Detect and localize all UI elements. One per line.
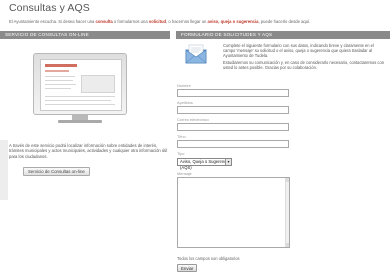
form-description: Complete el siguiente formulario con sus… [223, 43, 385, 70]
consultas-online-button[interactable]: Servicio de Consultas on-line [23, 167, 90, 176]
scroll-down-arrow-icon[interactable] [285, 243, 289, 247]
left-gutter [0, 140, 8, 200]
intro-avisos: aviso, queja o sugerencia [207, 19, 259, 24]
apellidos-field[interactable] [177, 106, 289, 114]
nombre-field[interactable] [177, 89, 289, 97]
intro-solicitud: solicitud [148, 19, 167, 24]
consultas-body: A través de este servicio podrá localiza… [0, 40, 170, 203]
required-note: Todos los campos son obligatorios [177, 256, 240, 261]
intro-text: El Ayuntamiento escucha. Si desea hacer … [9, 19, 311, 24]
envelope-icon [185, 44, 207, 64]
consultas-description: A través de este servicio podrá localiza… [9, 143, 168, 159]
tipo-select[interactable]: Aviso, Queja o Sugerencia (AQS) ▾ [177, 158, 232, 170]
tlfno-label: Tlfno [177, 134, 186, 139]
monitor-screen [40, 59, 122, 111]
solicitudes-form: FORMULARIO DE SOLICITUDES Y AQS Complete… [176, 31, 390, 272]
solicitudes-header: FORMULARIO DE SOLICITUDES Y AQS [176, 31, 390, 39]
tlfno-field[interactable] [177, 140, 289, 148]
chevron-down-icon[interactable]: ▾ [225, 159, 231, 165]
apellidos-label: Apellidos [177, 100, 193, 105]
email-field[interactable] [177, 123, 289, 131]
email-label: Correo electrónico [177, 117, 209, 122]
intro-consulta: consulta [95, 19, 113, 24]
consultas-header: SERVICIO DE CONSULTAS ON-LINE [0, 31, 170, 39]
computer-monitor-icon [33, 53, 127, 123]
textarea-scrollbar[interactable] [285, 178, 289, 247]
consultas-panel: SERVICIO DE CONSULTAS ON-LINE A través d… [0, 31, 170, 271]
nombre-label: Nombre [177, 83, 191, 88]
tipo-select-value: Aviso, Queja o Sugerencia (AQS) [180, 159, 230, 170]
scroll-up-arrow-icon[interactable] [285, 178, 289, 182]
tipo-label: Tipo [177, 151, 185, 156]
mensaje-label: Mensaje [177, 171, 192, 176]
mensaje-textarea[interactable] [177, 177, 290, 248]
page-title: Consultas y AQS [9, 2, 90, 14]
enviar-button[interactable]: Enviar [177, 264, 198, 272]
